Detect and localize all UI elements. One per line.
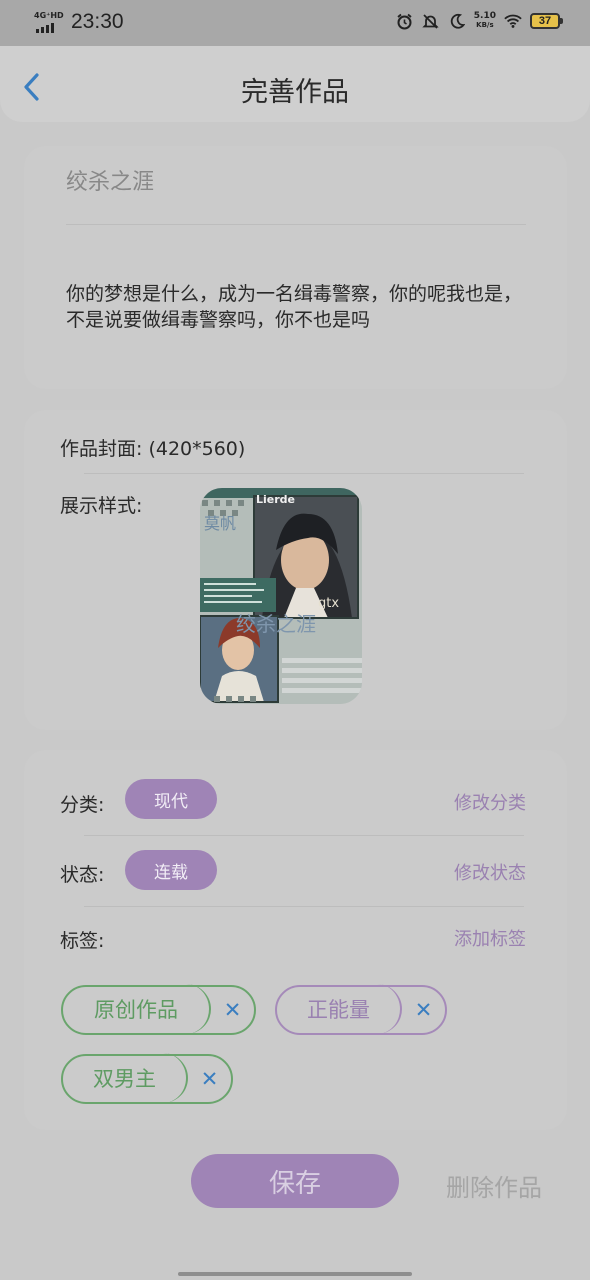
tag-label: 双男主 xyxy=(63,1053,188,1103)
network-type: 4G⁺HD xyxy=(34,11,64,20)
delete-work-button[interactable]: 删除作品 xyxy=(446,1168,542,1203)
status-label: 状态: xyxy=(60,864,105,886)
tag-label: 正能量 xyxy=(277,984,402,1034)
tag-label: 原创作品 xyxy=(63,984,211,1034)
edit-status-link[interactable]: 修改状态 xyxy=(454,859,526,885)
cover-overlay-text-3: gtx xyxy=(318,596,340,611)
net-speed: 5.10 KB/s xyxy=(474,12,496,30)
status-bar: 4G⁺HD 23:30 5.10 KB/s 37 xyxy=(0,0,590,46)
net-speed-unit: KB/s xyxy=(476,21,494,29)
work-description-input[interactable]: 你的梦想是什么，成为一名缉毒警察，你的呢我也是，不是说要做缉毒警察吗，你不也是吗 xyxy=(66,281,536,333)
remove-tag-icon[interactable]: ✕ xyxy=(211,998,254,1022)
save-button[interactable]: 保存 xyxy=(191,1154,399,1208)
tag-chip: 双男主 ✕ xyxy=(61,1053,233,1104)
status-pill[interactable]: 连载 xyxy=(125,850,217,890)
cover-size-label: 作品封面: (420*560) xyxy=(60,438,246,460)
page-title: 完善作品 xyxy=(241,77,349,108)
tags-label: 标签: xyxy=(60,930,105,952)
status-icons: 5.10 KB/s 37 xyxy=(396,12,563,30)
meta-card: 分类: 现代 修改分类 状态: 连载 修改状态 标签: 添加标签 原创作品 ✕ … xyxy=(24,750,567,1130)
add-tag-link[interactable]: 添加标签 xyxy=(454,925,526,951)
nav-header: 完善作品 xyxy=(0,46,590,122)
category-label: 分类: xyxy=(60,794,105,816)
signal-indicator: 4G⁺HD xyxy=(34,11,64,35)
edit-category-link[interactable]: 修改分类 xyxy=(454,789,526,815)
remove-tag-icon[interactable]: ✕ xyxy=(188,1067,231,1091)
work-info-card: 绞杀之涯 你的梦想是什么，成为一名缉毒警察，你的呢我也是，不是说要做缉毒警察吗，… xyxy=(24,146,567,389)
status-divider xyxy=(84,906,524,907)
cover-overlay-title: 绞杀之涯 xyxy=(236,612,316,636)
cover-card: 作品封面: (420*560) 展示样式: 莫帆 Lierde 绞杀之涯 gtx xyxy=(24,410,567,730)
display-style-label: 展示样式: xyxy=(60,495,143,517)
category-divider xyxy=(84,835,524,836)
cover-image[interactable]: 莫帆 Lierde 绞杀之涯 gtx xyxy=(200,488,362,704)
category-pill[interactable]: 现代 xyxy=(125,779,217,819)
remove-tag-icon[interactable]: ✕ xyxy=(402,998,445,1022)
battery-icon: 37 xyxy=(530,13,563,29)
alarm-icon xyxy=(396,12,414,30)
title-divider xyxy=(66,224,526,225)
tag-chip: 正能量 ✕ xyxy=(275,984,447,1035)
home-indicator[interactable] xyxy=(178,1272,412,1276)
signal-icon xyxy=(36,23,54,33)
moon-icon xyxy=(448,12,466,30)
clock: 23:30 xyxy=(71,10,124,33)
wifi-icon xyxy=(504,12,522,30)
cover-overlay-text-1: 莫帆 xyxy=(204,514,237,533)
mute-bell-icon xyxy=(422,12,440,30)
tag-chip: 原创作品 ✕ xyxy=(61,984,256,1035)
cover-overlay-text-2: Lierde xyxy=(256,493,295,506)
net-speed-value: 5.10 xyxy=(473,11,496,21)
cover-divider xyxy=(84,473,524,474)
work-title-input[interactable]: 绞杀之涯 xyxy=(66,164,154,196)
